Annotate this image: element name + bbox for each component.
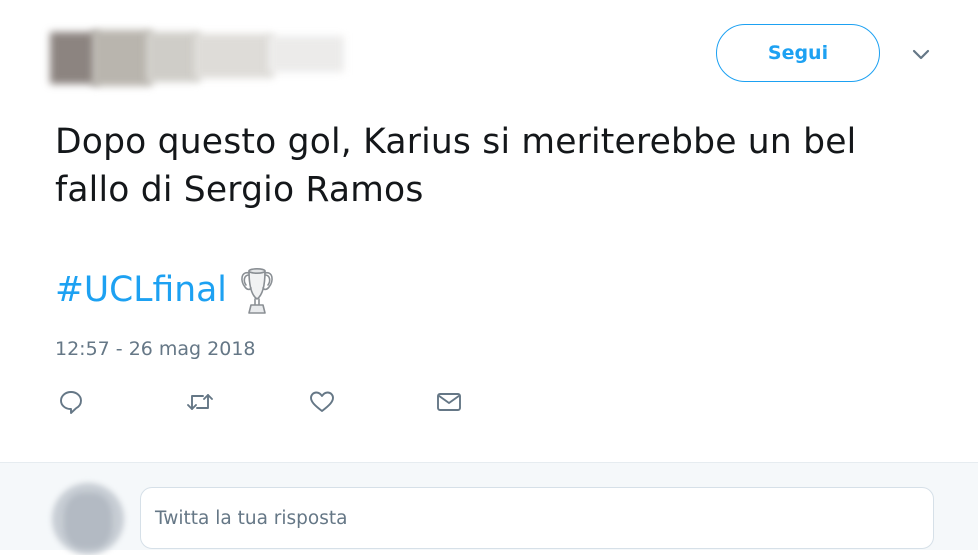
author-avatar: [50, 32, 98, 84]
tweet-text-line: Dopo questo gol, Karius si meriterebbe u…: [55, 122, 857, 162]
tweet-timestamp[interactable]: 12:57 - 26 mag 2018: [55, 338, 256, 360]
retweet-icon[interactable]: [183, 383, 217, 421]
reply-placeholder: Twitta la tua risposta: [155, 507, 348, 529]
reply-composer: Twitta la tua risposta: [0, 462, 978, 555]
follow-button[interactable]: Segui: [716, 24, 880, 82]
tweet-text: Dopo questo gol, Karius si meriterebbe u…: [55, 118, 955, 214]
like-icon[interactable]: [305, 383, 339, 421]
hashtag-line: #UCLfinal: [55, 262, 275, 318]
trophy-icon: [239, 263, 275, 317]
user-avatar: [52, 483, 124, 555]
chevron-down-icon[interactable]: [907, 44, 935, 66]
author-name-blur: [146, 32, 200, 82]
author-name-blur: [92, 30, 152, 86]
hashtag-link[interactable]: #UCLfinal: [55, 270, 227, 310]
author-handle-blur: [268, 36, 344, 72]
tweet-actions: [0, 383, 978, 423]
tweet-text-line: fallo di Sergio Ramos: [55, 170, 424, 210]
direct-message-icon[interactable]: [432, 383, 466, 421]
reply-icon[interactable]: [54, 383, 88, 421]
author-handle-blur: [194, 34, 274, 78]
tweet-card: Segui Dopo questo gol, Karius si meriter…: [0, 0, 978, 462]
author-info-blurred[interactable]: [48, 26, 344, 96]
reply-input[interactable]: Twitta la tua risposta: [140, 487, 934, 549]
